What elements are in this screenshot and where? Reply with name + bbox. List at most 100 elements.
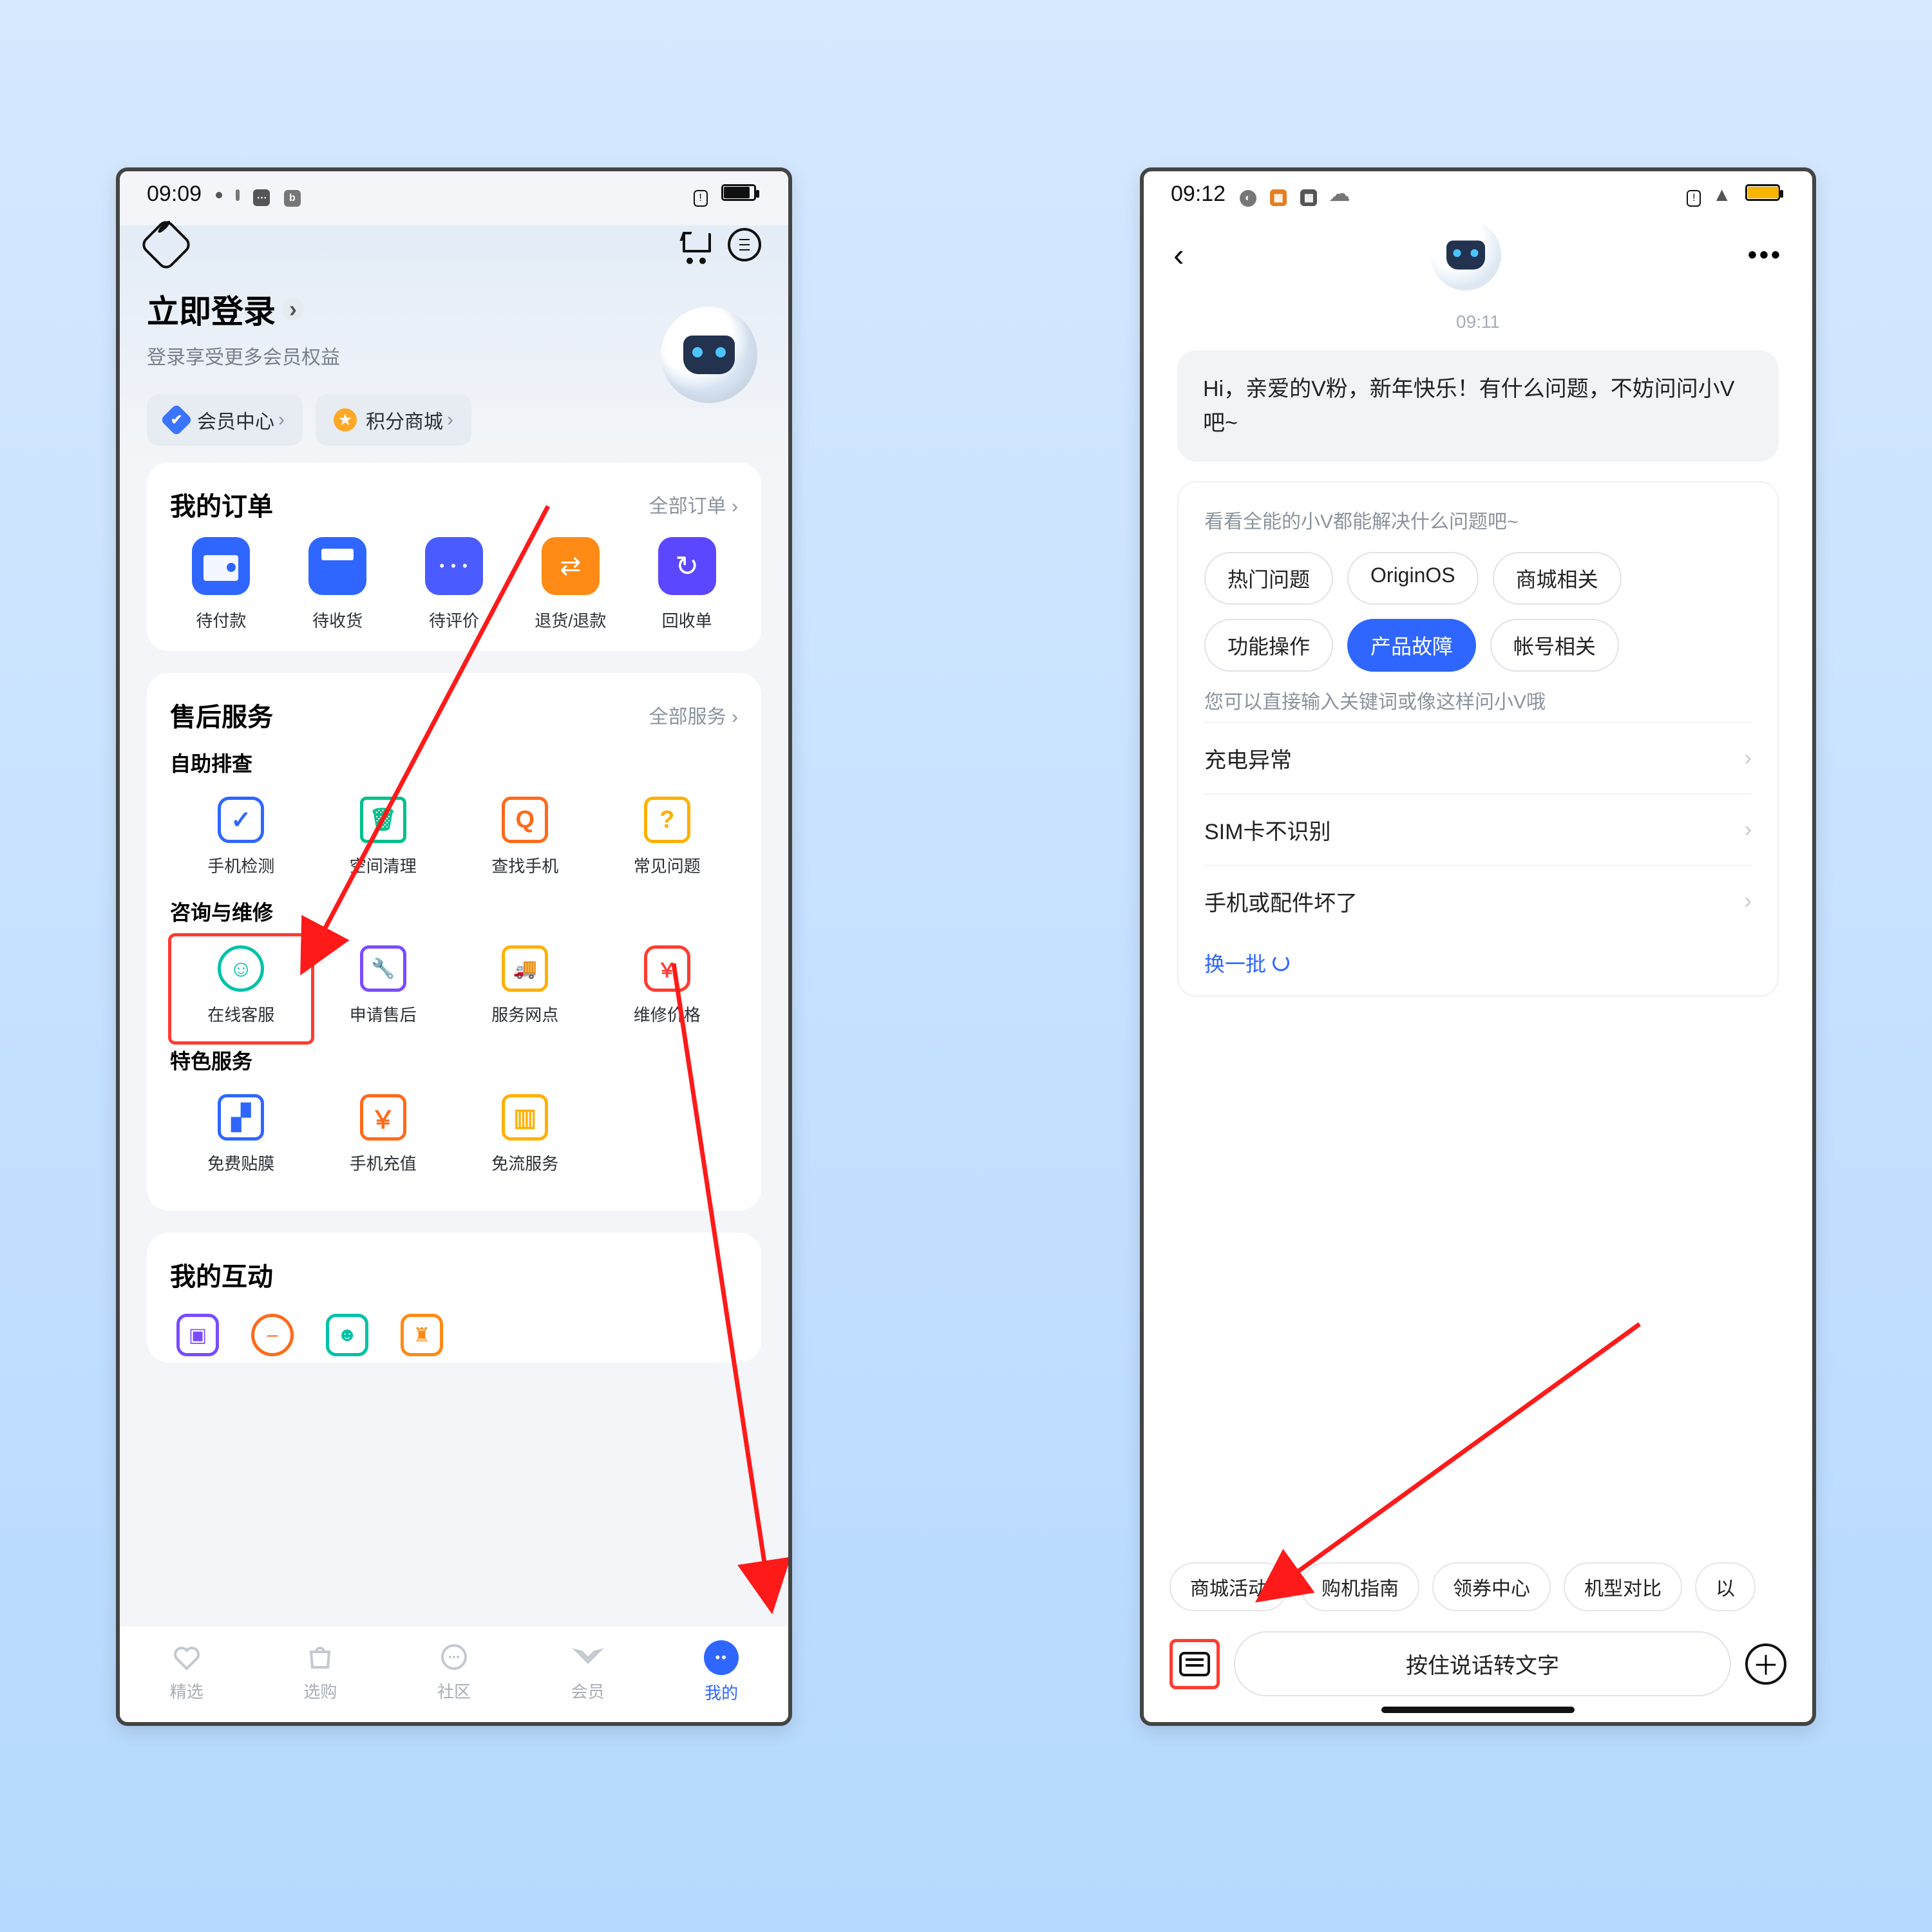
faq-icon [644,797,690,843]
member-center-button[interactable]: ✔ 会员中心› [147,394,303,446]
quick-buy-guide[interactable]: 购机指南 [1301,1562,1419,1611]
community-icon [437,1640,471,1674]
status-bulb-icon [236,189,240,201]
add-button[interactable]: ＋ [1745,1643,1786,1685]
order-return[interactable]: 退货/退款 [519,537,621,632]
star-icon: ★ [334,408,357,431]
tab-vip[interactable]: 会员 [521,1626,655,1722]
suggestion-panel: 看看全能的小V都能解决什么问题吧~ 热门问题 OriginOS 商城相关 功能操… [1177,481,1779,997]
chat-timestamp: 09:11 [1144,312,1812,332]
order-pending-receive[interactable]: 待收货 [287,537,389,632]
chip-mall[interactable]: 商城相关 [1493,552,1622,605]
quick-coupon[interactable]: 领券中心 [1432,1562,1551,1611]
points-mall-button[interactable]: ★ 积分商城› [316,394,471,446]
phone-chat: 09:12 ◐ ▦ ▦ ☁ ! ▲ ‹ ••• 09:11 Hi，亲爱的V粉，新… [1140,167,1816,1726]
order-pending-pay[interactable]: 待付款 [170,537,272,632]
refresh-icon [1273,954,1289,971]
data-icon [502,1094,548,1141]
section-selfcheck: 自助排查 [170,748,738,777]
interact-icon-4[interactable]: ♜ [401,1314,443,1356]
voice-input-button[interactable]: 按住说话转文字 [1234,1631,1731,1696]
tabbar: 精选 选购 社区 会员 我的 [120,1625,788,1722]
status-badge2-icon: ▦ [1300,189,1317,206]
bot-avatar-icon[interactable] [1430,220,1501,290]
phone-diagnose[interactable]: 手机检测 [170,786,312,894]
quick-chips: 商城活动 购机指南 领券中心 机型对比 以 [1144,1562,1812,1611]
apply-aftersale[interactable]: 申请售后 [312,935,455,1043]
tab-community[interactable]: 社区 [387,1626,521,1722]
quick-more[interactable]: 以 [1695,1562,1756,1611]
status-bar: 09:12 ◐ ▦ ▦ ☁ ! ▲ [1144,171,1812,216]
avatar-robot-icon[interactable] [661,307,757,403]
space-clean[interactable]: 空间清理 [312,786,455,894]
wifi-icon: ▲ [1712,184,1732,205]
quick-mall-activity[interactable]: 商城活动 [1170,1562,1288,1611]
interact-icon-2[interactable]: – [251,1314,294,1356]
cloud-icon: ☁ [1329,182,1350,206]
chip-fault[interactable]: 产品故障 [1347,619,1476,672]
chip-originos[interactable]: OriginOS [1347,552,1479,605]
tab-mine[interactable]: 我的 [654,1626,788,1722]
cart-icon[interactable] [680,229,711,260]
chevron-right-icon: › [1745,817,1752,842]
q-charge[interactable]: 充电异常› [1204,722,1752,793]
home-indicator [1381,1707,1575,1713]
status-bar: 09:09 ⋯ b ! [120,171,788,216]
shield-icon [218,797,264,843]
film-icon [218,1094,264,1141]
chevron-right-icon: › [1745,889,1752,914]
tab-featured[interactable]: 精选 [120,1626,254,1722]
chevron-right-icon: › [282,298,304,320]
find-phone[interactable]: 查找手机 [454,786,596,894]
interact-icon-1[interactable]: ▣ [176,1314,219,1356]
messages-icon[interactable] [728,228,761,261]
recycle-icon [658,537,716,595]
q-sim[interactable]: SIM卡不识别› [1204,793,1752,865]
chip-feature[interactable]: 功能操作 [1204,619,1333,672]
service-center[interactable]: 服务网点 [454,935,596,1043]
interact-icon-3[interactable]: ☻ [326,1314,368,1356]
tab-shop[interactable]: 选购 [254,1626,388,1722]
headset-icon [218,945,264,992]
quick-compare[interactable]: 机型对比 [1564,1562,1682,1611]
heart-icon [170,1640,204,1674]
search-icon [502,797,548,843]
trash-icon [360,797,406,843]
input-bar: 按住说话转文字 ＋ [1144,1631,1812,1696]
chevron-right-icon: › [1745,746,1752,771]
service-title: 售后服务 [170,696,273,734]
mine-icon [704,1640,739,1675]
diamond-icon: ✔ [160,404,193,437]
repair-price[interactable]: 维修价格 [596,935,739,1043]
order-pending-review[interactable]: 待评价 [403,537,506,632]
orders-card: 我的订单 全部订单 › 待付款 待收货 待评价 退货/退款 回收单 [147,462,761,651]
faq[interactable]: 常见问题 [596,786,739,894]
refresh-button[interactable]: 换一批 [1204,948,1289,978]
order-recycle[interactable]: 回收单 [636,537,738,632]
chip-hot[interactable]: 热门问题 [1204,552,1333,605]
chip-account[interactable]: 帐号相关 [1490,619,1619,672]
orders-title: 我的订单 [170,486,273,523]
more-button[interactable]: ••• [1748,241,1783,270]
bag-icon [303,1640,337,1674]
wrench-icon [360,945,406,992]
service-all-link[interactable]: 全部服务 › [649,701,738,729]
vip-icon [571,1640,605,1674]
orders-all-link[interactable]: 全部订单 › [649,490,738,518]
battery-icon [1745,184,1780,201]
q-broken[interactable]: 手机或配件坏了› [1204,865,1752,936]
settings-gear-icon[interactable] [147,225,185,264]
free-data[interactable]: 免流服务 [454,1084,596,1191]
free-film[interactable]: 免费贴膜 [170,1084,312,1191]
interact-card: 我的互动 ▣ – ☻ ♜ [147,1233,761,1363]
login-title: 立即登录 [147,286,276,332]
keyboard-toggle-button[interactable] [1170,1639,1220,1689]
return-icon [542,537,600,595]
back-button[interactable]: ‹ [1173,236,1184,274]
online-service[interactable]: 在线客服 [170,935,312,1043]
package-icon [308,537,366,595]
sim-icon: ! [1687,190,1701,207]
interact-title: 我的互动 [170,1256,273,1293]
section-special: 特色服务 [170,1045,738,1075]
phone-recharge[interactable]: 手机充值 [312,1084,455,1191]
